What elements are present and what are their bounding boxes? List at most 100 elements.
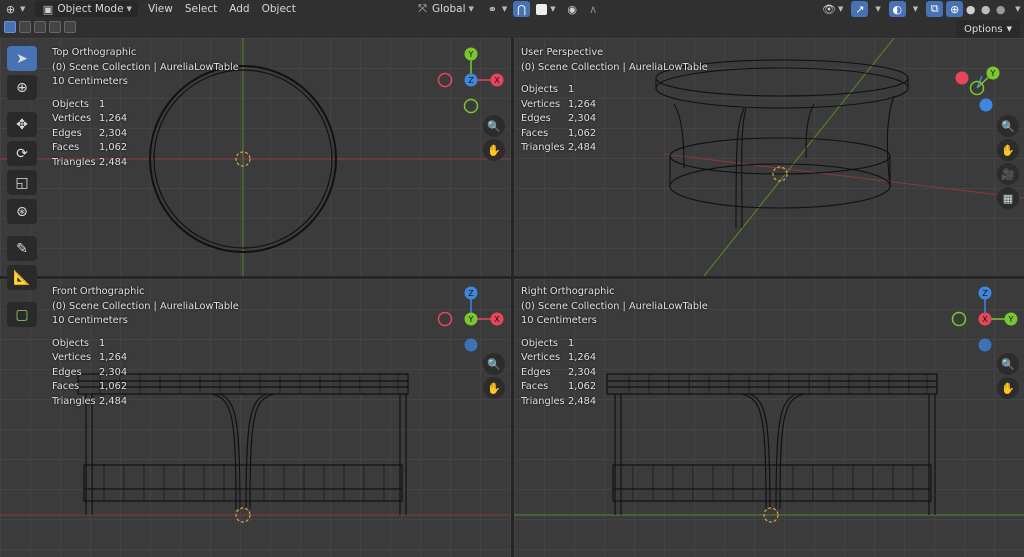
zoom-button[interactable]: 🔍: [483, 115, 505, 137]
select-extend-icon[interactable]: [19, 21, 31, 33]
shading-rendered-button[interactable]: ●: [993, 1, 1008, 17]
viewport-separator-horizontal[interactable]: [0, 276, 1024, 279]
stat-label: Triangles: [52, 156, 96, 168]
hand-icon: ✋: [487, 143, 501, 157]
select-subtract-icon[interactable]: [34, 21, 46, 33]
viewport-top-orthographic[interactable]: Y X Z Top Orthographic (0) Scene Collect…: [0, 38, 511, 276]
navigation-gizmo[interactable]: Y: [955, 66, 1000, 112]
overlay-icon: ◐: [892, 2, 903, 16]
select-intersect-icon[interactable]: [64, 21, 76, 33]
mode-dropdown[interactable]: ▣ Object Mode ▼: [35, 1, 138, 17]
gizmo-x-label: X: [982, 315, 988, 324]
scene-collection-label: (0) Scene Collection | AureliaLowTable: [521, 300, 708, 312]
shading-material-button[interactable]: ●: [978, 1, 993, 17]
overlay-toggle[interactable]: ◐: [888, 1, 906, 17]
menu-object[interactable]: Object: [258, 1, 300, 17]
viewport-info: User Perspective (0) Scene Collection | …: [521, 46, 708, 156]
orientation-dropdown[interactable]: ⤧ Global ▼: [412, 1, 478, 17]
falloff-dropdown[interactable]: ∧: [583, 1, 604, 17]
snap-toggle[interactable]: ⋂: [513, 1, 531, 17]
zoom-button[interactable]: 🔍: [997, 353, 1019, 375]
gizmo-neg-z-icon[interactable]: [979, 98, 993, 112]
rotate-tool[interactable]: ⟳: [7, 141, 37, 166]
transform-tool[interactable]: ⊛: [7, 199, 37, 224]
viewport-user-perspective[interactable]: Y User Perspective (0) Scene Collection …: [514, 38, 1024, 276]
magnet-icon: ⋂: [517, 2, 527, 16]
options-dropdown[interactable]: Options ▼: [956, 20, 1020, 38]
gizmo-dropdown[interactable]: ▼: [868, 1, 884, 17]
pivot-dropdown[interactable]: ⚭ ▼: [482, 1, 511, 17]
snap-target-dropdown[interactable]: ▼: [532, 1, 559, 17]
xray-toggle[interactable]: ⧉: [926, 1, 944, 17]
xray-icon: ⧉: [930, 2, 939, 15]
object-mode-icon: ▣: [42, 2, 54, 16]
menu-add[interactable]: Add: [225, 1, 253, 17]
viewport-separator-vertical[interactable]: [511, 38, 514, 557]
gizmo-neg-x-icon[interactable]: [437, 72, 453, 88]
chevron-down-icon: ▼: [126, 5, 132, 13]
gizmo-toggle[interactable]: ↗: [851, 1, 869, 17]
scene-collection-label: (0) Scene Collection | AureliaLowTable: [52, 61, 239, 73]
move-tool[interactable]: ✥: [7, 112, 37, 137]
scale-icon: ◱: [15, 174, 29, 191]
gizmo-neg-x-icon[interactable]: [437, 311, 453, 327]
gizmo-neg-z-icon[interactable]: [464, 338, 478, 352]
zoom-button[interactable]: 🔍: [997, 115, 1019, 137]
gizmo-neg-z-icon[interactable]: [978, 338, 992, 352]
scale-tool[interactable]: ◱: [7, 170, 37, 195]
gizmo-neg-y-icon[interactable]: [463, 98, 479, 114]
gizmo-x-icon[interactable]: [955, 71, 969, 85]
add-cube-tool[interactable]: ▢: [7, 302, 37, 327]
zoom-icon: 🔍: [1001, 119, 1015, 133]
pan-button[interactable]: ✋: [997, 377, 1019, 399]
annotate-tool[interactable]: ✎: [7, 236, 37, 261]
perspective-toggle-button[interactable]: ▦: [997, 187, 1019, 209]
select-difference-icon[interactable]: [49, 21, 61, 33]
navigation-gizmo[interactable]: Z Y X: [951, 286, 1018, 352]
viewport-header: ⊕ ▼ ▣ Object Mode ▼ View Select Add Objec…: [0, 0, 1024, 18]
menu-view[interactable]: View: [144, 1, 177, 17]
stat-value: 1,062: [568, 381, 597, 392]
stat-label: Edges: [52, 366, 82, 378]
editor-type-button[interactable]: ⊕ ▼: [0, 1, 29, 17]
scene-statistics: Objects 1 Vertices 1,264 Edges 2,304 Faces 1…: [52, 98, 239, 171]
shading-wireframe-button[interactable]: ⊕: [946, 1, 964, 17]
gizmo-z-label: Z: [468, 289, 474, 298]
stat-label: Vertices: [521, 98, 561, 110]
orientation-label: Global: [432, 3, 466, 15]
hand-icon: ✋: [1001, 381, 1015, 395]
navigation-gizmo[interactable]: Y X Z: [437, 47, 504, 114]
shading-solid-button[interactable]: ●: [963, 1, 978, 17]
stat-value: 2,484: [99, 156, 128, 168]
pan-button[interactable]: ✋: [997, 139, 1019, 161]
visibility-dropdown[interactable]: 👁 ▼: [818, 1, 847, 17]
menu-select[interactable]: Select: [181, 1, 221, 17]
gizmo-neg-y-icon[interactable]: [951, 311, 967, 327]
pan-button[interactable]: ✋: [483, 139, 505, 161]
crosshair-icon: ⊕: [16, 79, 28, 96]
mode-label: Object Mode: [57, 3, 124, 15]
viewport-title: Right Orthographic: [521, 286, 615, 297]
scene-statistics: Objects 1 Vertices 1,264 Edges 2,304 Faces 1…: [521, 337, 708, 410]
viewport-right-orthographic[interactable]: Z Y X Right Orthographic (0) Scene Colle…: [514, 279, 1024, 557]
proportional-edit-toggle[interactable]: ◉: [562, 1, 583, 17]
chevron-down-icon: ▼: [838, 5, 844, 13]
material-icon: ●: [980, 2, 991, 16]
viewport-front-orthographic[interactable]: Z X Y Front Orthographic (0) Scene Colle…: [0, 279, 511, 557]
stat-label: Vertices: [521, 352, 561, 363]
select-box-tool[interactable]: ➤: [7, 46, 37, 71]
cursor-tool[interactable]: ⊕: [7, 75, 37, 100]
pan-button[interactable]: ✋: [483, 377, 505, 399]
camera-view-button[interactable]: 🎥: [997, 163, 1019, 185]
stat-value: 1: [568, 84, 575, 95]
navigation-gizmo[interactable]: Z X Y: [437, 286, 504, 352]
x-axis-line: [663, 153, 1024, 199]
stat-label: Objects: [521, 84, 559, 95]
overlay-dropdown[interactable]: ▼: [906, 1, 922, 17]
select-new-icon[interactable]: [4, 21, 16, 33]
proportional-edit-icon: ◉: [567, 2, 577, 16]
shading-dropdown[interactable]: ▼: [1008, 1, 1024, 17]
measure-tool[interactable]: 📐: [7, 265, 37, 290]
scene-collection-label: (0) Scene Collection | AureliaLowTable: [52, 300, 239, 312]
zoom-button[interactable]: 🔍: [483, 353, 505, 375]
